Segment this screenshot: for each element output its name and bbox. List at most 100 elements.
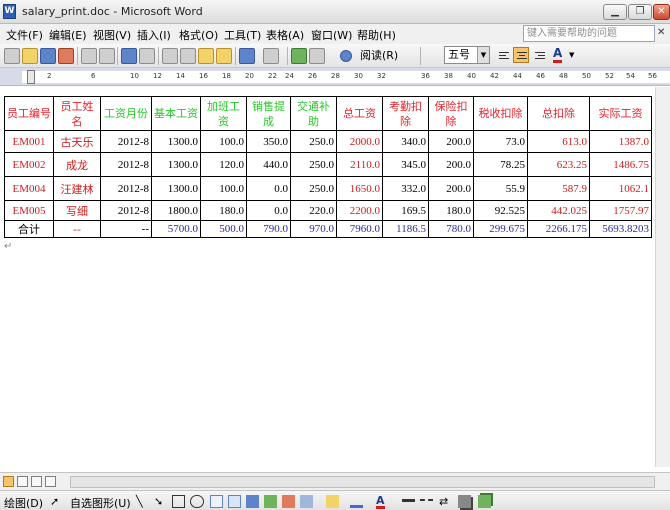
menu-format[interactable]: 格式(O): [179, 27, 218, 43]
copy-icon[interactable]: [180, 48, 196, 64]
table-header-cell[interactable]: 基本工资: [151, 96, 201, 131]
table-cell[interactable]: 350.0: [246, 130, 291, 153]
rectangle-icon[interactable]: [172, 495, 185, 508]
table-cell[interactable]: 1062.1: [589, 176, 652, 201]
table-cell[interactable]: 55.9: [473, 176, 528, 201]
table-cell[interactable]: 合计: [4, 220, 54, 238]
close-button[interactable]: ✕: [653, 4, 670, 20]
format-painter-icon[interactable]: [216, 48, 232, 64]
new-icon[interactable]: [4, 48, 20, 64]
line-style-icon[interactable]: [402, 499, 415, 507]
table-cell[interactable]: 200.0: [428, 176, 474, 201]
table-cell[interactable]: 成龙: [53, 152, 101, 177]
text-box-icon[interactable]: [210, 495, 223, 508]
help-icon[interactable]: [340, 50, 352, 62]
table-cell[interactable]: 250.0: [290, 176, 337, 201]
table-cell[interactable]: 200.0: [428, 152, 474, 177]
line-icon[interactable]: ╲: [136, 495, 143, 508]
minimize-button[interactable]: ▁: [603, 4, 627, 20]
clipart-icon[interactable]: [282, 495, 295, 508]
horizontal-scrollbar[interactable]: [70, 476, 655, 488]
table-cell[interactable]: 2000.0: [336, 130, 383, 153]
table-cell[interactable]: 汪建林: [53, 176, 101, 201]
read-button[interactable]: 阅读(R): [357, 48, 401, 64]
restore-button[interactable]: ❐: [628, 4, 652, 20]
table-cell[interactable]: 442.025: [527, 200, 590, 221]
permission-icon[interactable]: [58, 48, 74, 64]
chevron-down-icon[interactable]: ▼: [569, 51, 574, 59]
table-cell[interactable]: 299.675: [473, 220, 528, 238]
paste-icon[interactable]: [198, 48, 214, 64]
table-cell[interactable]: 250.0: [290, 152, 337, 177]
table-cell[interactable]: 1300.0: [151, 152, 201, 177]
table-cell[interactable]: 1300.0: [151, 176, 201, 201]
table-cell[interactable]: 1486.75: [589, 152, 652, 177]
help-search-input[interactable]: 键入需要帮助的问题: [523, 25, 655, 42]
print-layout-view-icon[interactable]: [31, 476, 42, 487]
table-cell[interactable]: --: [53, 220, 101, 238]
redo-icon[interactable]: [263, 48, 279, 64]
table-cell[interactable]: 180.0: [200, 200, 247, 221]
table-cell[interactable]: EM001: [4, 130, 54, 153]
table-header-cell[interactable]: 交通补助: [290, 96, 337, 131]
table-cell[interactable]: 120.0: [200, 152, 247, 177]
oval-icon[interactable]: [190, 495, 204, 508]
table-cell[interactable]: 780.0: [428, 220, 474, 238]
draw-menu-button[interactable]: 绘图(D): [4, 495, 43, 510]
print-icon[interactable]: [81, 48, 97, 64]
save-icon[interactable]: [40, 48, 56, 64]
table-cell[interactable]: 2110.0: [336, 152, 383, 177]
table-cell[interactable]: 92.525: [473, 200, 528, 221]
table-cell[interactable]: 78.25: [473, 152, 528, 177]
table-cell[interactable]: 5693.8203: [589, 220, 652, 238]
normal-view-icon[interactable]: [3, 476, 14, 487]
table-cell[interactable]: 332.0: [382, 176, 429, 201]
table-cell[interactable]: 7960.0: [336, 220, 383, 238]
table-cell[interactable]: 623.25: [527, 152, 590, 177]
align-right-icon[interactable]: [531, 47, 547, 63]
table-cell[interactable]: 2012-8: [100, 200, 152, 221]
wordart-icon[interactable]: [246, 495, 259, 508]
menu-file[interactable]: 文件(F): [6, 27, 43, 43]
menu-view[interactable]: 视图(V): [93, 27, 131, 43]
table-header-cell[interactable]: 工资月份: [100, 96, 152, 131]
dash-style-icon[interactable]: [420, 499, 433, 507]
research-icon[interactable]: [139, 48, 155, 64]
table-cell[interactable]: 1186.5: [382, 220, 429, 238]
diagram-icon[interactable]: [264, 495, 277, 508]
menu-insert[interactable]: 插入(I): [137, 27, 171, 43]
table-cell[interactable]: 0.0: [246, 176, 291, 201]
open-icon[interactable]: [22, 48, 38, 64]
table-cell[interactable]: 2012-8: [100, 152, 152, 177]
vertical-scrollbar[interactable]: [655, 87, 670, 467]
table-cell[interactable]: 613.0: [527, 130, 590, 153]
table-cell[interactable]: 1650.0: [336, 176, 383, 201]
table-cell[interactable]: 169.5: [382, 200, 429, 221]
web-layout-view-icon[interactable]: [17, 476, 28, 487]
table-cell[interactable]: 古天乐: [53, 130, 101, 153]
table-cell[interactable]: 100.0: [200, 130, 247, 153]
table-cell[interactable]: 200.0: [428, 130, 474, 153]
arrow-icon[interactable]: ➘: [154, 495, 163, 508]
table-header-cell[interactable]: 总工资: [336, 96, 383, 131]
print-preview-icon[interactable]: [99, 48, 115, 64]
font-size-select[interactable]: 五号 ▼: [444, 46, 490, 64]
table-header-cell[interactable]: 销售提成: [246, 96, 291, 131]
close-document-icon[interactable]: ✕: [657, 27, 665, 38]
table-cell[interactable]: EM004: [4, 176, 54, 201]
menu-window[interactable]: 窗口(W): [311, 27, 352, 43]
fill-color-icon[interactable]: [326, 495, 339, 508]
table-cell[interactable]: 970.0: [290, 220, 337, 238]
table-cell[interactable]: 250.0: [290, 130, 337, 153]
menu-help[interactable]: 帮助(H): [357, 27, 396, 43]
outline-view-icon[interactable]: [45, 476, 56, 487]
table-cell[interactable]: 73.0: [473, 130, 528, 153]
table-header-cell[interactable]: 总扣除: [527, 96, 590, 131]
table-cell[interactable]: --: [100, 220, 152, 238]
table-header-cell[interactable]: 加班工资: [200, 96, 247, 131]
autoshapes-menu-button[interactable]: 自选图形(U): [70, 495, 131, 510]
3d-style-icon[interactable]: [478, 495, 491, 508]
table-cell[interactable]: 345.0: [382, 152, 429, 177]
table-cell[interactable]: 2012-8: [100, 130, 152, 153]
select-objects-icon[interactable]: ➚: [50, 495, 59, 508]
